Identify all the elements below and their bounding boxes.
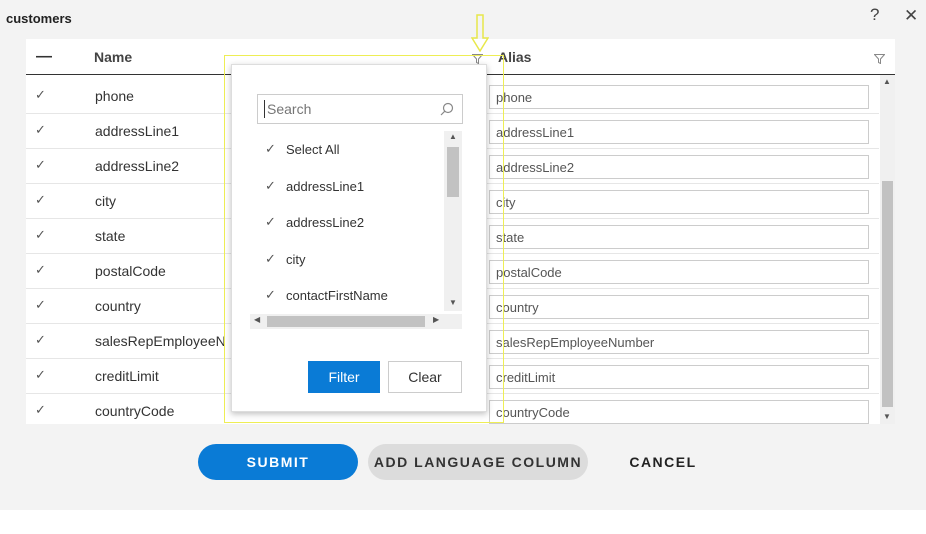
filter-popup: ✓ Select All ✓ addressLine1 ✓ addressLine2 ✓ ci… — [231, 64, 487, 412]
scroll-down-arrow-icon[interactable]: ▼ — [883, 412, 891, 421]
column-name: postalCode — [95, 263, 166, 279]
select-all-toggle[interactable]: — — [36, 48, 52, 66]
check-icon[interactable]: ✓ — [35, 157, 46, 173]
clear-button[interactable]: Clear — [388, 361, 462, 393]
column-name: addressLine2 — [95, 158, 180, 174]
check-icon[interactable]: ✓ — [265, 251, 276, 267]
alias-input[interactable] — [489, 330, 869, 354]
check-icon[interactable]: ✓ — [265, 214, 276, 230]
check-icon[interactable]: ✓ — [35, 402, 46, 418]
check-icon[interactable]: ✓ — [35, 367, 46, 383]
alias-input[interactable] — [489, 225, 869, 249]
column-name: addressLine1 — [95, 123, 180, 139]
scroll-left-arrow-icon[interactable]: ◀ — [254, 315, 260, 324]
scroll-right-arrow-icon[interactable]: ▶ — [433, 315, 439, 324]
filter-option-item[interactable]: ✓ contactFirstName — [250, 277, 444, 313]
filter-option-item[interactable]: ✓ addressLine2 — [250, 204, 444, 240]
filter-list-horizontal-scrollbar[interactable]: ◀ ▶ — [250, 314, 462, 329]
check-icon[interactable]: ✓ — [265, 141, 276, 157]
check-icon[interactable]: ✓ — [35, 122, 46, 138]
customers-dialog: customers ? ✕ — Name Alias ✓ phone ✓ addres… — [0, 0, 926, 510]
filter-button[interactable]: Filter — [308, 361, 380, 393]
submit-button[interactable]: SUBMIT — [198, 444, 358, 480]
column-name: salesRepEmployeeNumber — [95, 333, 225, 349]
filter-list-vertical-scrollbar[interactable]: ▲ ▼ — [444, 131, 462, 311]
scroll-down-arrow-icon[interactable]: ▼ — [449, 298, 457, 307]
column-name: phone — [95, 88, 134, 104]
add-language-column-button[interactable]: ADD LANGUAGE COLUMN — [368, 444, 588, 480]
dialog-title: customers — [6, 11, 72, 26]
scroll-thumb[interactable] — [882, 181, 893, 407]
alias-input[interactable] — [489, 400, 869, 424]
alias-input[interactable] — [489, 190, 869, 214]
filter-option-label: contactFirstName — [286, 288, 388, 303]
check-icon[interactable]: ✓ — [265, 178, 276, 194]
alias-column-header[interactable]: Alias — [498, 49, 531, 65]
cancel-button[interactable]: CANCEL — [604, 444, 722, 480]
alias-input[interactable] — [489, 365, 869, 389]
filter-option-label: addressLine2 — [286, 215, 365, 230]
filter-option-list: ✓ Select All ✓ addressLine1 ✓ addressLine2 ✓ ci… — [250, 131, 462, 316]
close-icon[interactable]: ✕ — [904, 6, 918, 26]
column-name: creditLimit — [95, 368, 159, 384]
filter-option-label: city — [286, 251, 306, 267]
check-icon[interactable]: ✓ — [35, 262, 46, 278]
help-icon[interactable]: ? — [870, 5, 879, 25]
scroll-thumb[interactable] — [447, 147, 459, 197]
down-arrow-indicator-icon — [470, 14, 490, 57]
alias-input[interactable] — [489, 260, 869, 284]
name-column-header[interactable]: Name — [94, 49, 132, 65]
check-icon[interactable]: ✓ — [35, 192, 46, 208]
column-name: state — [95, 228, 126, 244]
column-name: city — [95, 193, 116, 209]
check-icon[interactable]: ✓ — [35, 297, 46, 313]
filter-option-item[interactable]: ✓ addressLine1 — [250, 168, 444, 204]
alias-input[interactable] — [489, 120, 869, 144]
search-icon[interactable] — [440, 102, 454, 121]
scroll-up-arrow-icon[interactable]: ▲ — [449, 132, 457, 141]
alias-input[interactable] — [489, 155, 869, 179]
filter-option-item[interactable]: ✓ city — [250, 241, 444, 277]
filter-option-label: addressLine1 — [286, 178, 365, 194]
filter-search-box — [257, 94, 463, 124]
scroll-up-arrow-icon[interactable]: ▲ — [883, 77, 891, 86]
alias-filter-icon[interactable] — [873, 51, 886, 69]
alias-input[interactable] — [489, 295, 869, 319]
column-name: country — [95, 298, 141, 314]
filter-search-input[interactable] — [264, 100, 432, 118]
filter-option-label: Select All — [286, 142, 340, 157]
alias-input[interactable] — [489, 85, 869, 109]
check-icon[interactable]: ✓ — [35, 227, 46, 243]
check-icon[interactable]: ✓ — [35, 87, 46, 103]
scroll-thumb[interactable] — [267, 316, 425, 327]
grid-vertical-scrollbar[interactable]: ▲ ▼ — [880, 75, 895, 424]
check-icon[interactable]: ✓ — [35, 332, 46, 348]
check-icon[interactable]: ✓ — [265, 287, 276, 303]
column-name: countryCode — [95, 403, 175, 419]
filter-option-item[interactable]: ✓ Select All — [250, 131, 444, 167]
